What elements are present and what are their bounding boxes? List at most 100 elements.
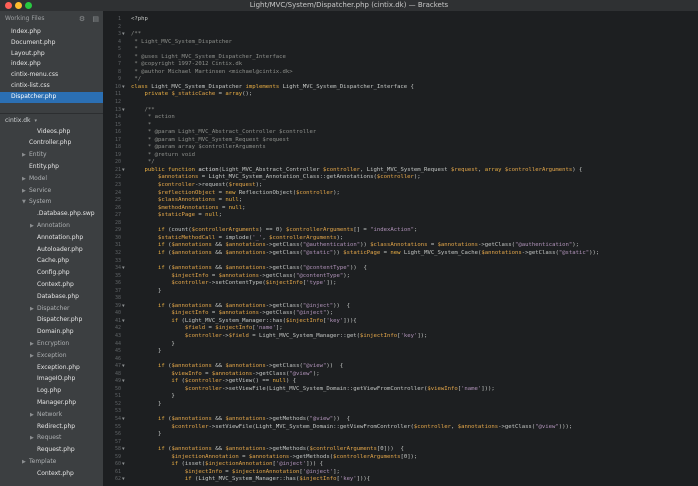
tree-file[interactable]: Dispatcher.php (0, 314, 103, 326)
code-token: $injectInfo (360, 332, 398, 339)
tree-file[interactable]: .Database.php.swp (0, 208, 103, 220)
working-file-item[interactable]: Layout.php (0, 49, 103, 60)
code-line: 61 $injectInfo = $injectionAnnotation['@… (103, 469, 698, 477)
code-token: $annotations (211, 370, 253, 377)
code-token: $annotations (218, 310, 259, 317)
tree-folder[interactable]: ▶ Annotation (0, 220, 103, 232)
code-token: } (131, 400, 162, 407)
code-token: ); (413, 174, 421, 181)
code-token: = (221, 468, 233, 475)
working-files-header: Working Files ⚙ ▤ (0, 11, 103, 27)
code-token: ; (238, 197, 243, 204)
tree-file[interactable]: Manager.php (0, 397, 103, 409)
tree-file[interactable]: Entity.php (0, 161, 103, 173)
code-token: )) (333, 249, 344, 256)
code-token: )) { (326, 363, 344, 370)
gear-icon[interactable]: ⚙ (79, 15, 85, 23)
code-token: * Light_MVC_System_Dispatcher (131, 38, 233, 45)
project-dropdown[interactable]: cintix.dk ▾ (0, 112, 103, 126)
tree-file[interactable]: Log.php (0, 385, 103, 397)
fold-toggle-icon[interactable]: ▼ (122, 84, 128, 92)
code-token: , (477, 166, 485, 173)
code-text: } (131, 431, 161, 439)
tree-file[interactable]: Config.php (0, 267, 103, 279)
working-file-item[interactable]: Index.php (0, 27, 103, 38)
tree-folder[interactable]: ▶ Exception (0, 350, 103, 362)
tree-file[interactable]: Cache.php (0, 255, 103, 267)
tree-item-label: Request (37, 434, 62, 442)
tree-folder[interactable]: ▶ Request (0, 432, 103, 444)
tree-file[interactable]: ImageIO.php (0, 373, 103, 385)
tree-file[interactable]: Database.php (0, 291, 103, 303)
tree-file[interactable]: Context.php (0, 279, 103, 291)
fold-toggle-icon[interactable]: ▼ (122, 416, 128, 424)
tree-folder[interactable]: ▶ Dispatcher (0, 303, 103, 315)
tree-folder[interactable]: ▶ Model (0, 173, 103, 185)
fold-toggle-icon[interactable]: ▼ (122, 31, 128, 39)
code-line: 44 } (103, 341, 698, 349)
tree-file[interactable]: Redirect.php (0, 421, 103, 433)
tree-file[interactable]: Videos.php (0, 126, 103, 138)
tree-file[interactable]: Controller.php (0, 137, 103, 149)
working-file-item[interactable]: Dispatcher.php (0, 91, 103, 103)
close-window-button[interactable] (5, 2, 12, 9)
tree-file[interactable]: Autoloader.php (0, 244, 103, 256)
tree-file[interactable]: Domain.php (0, 326, 103, 338)
working-file-item[interactable]: cintix-menu.css (0, 70, 103, 81)
tree-folder[interactable]: ▶ Service (0, 185, 103, 197)
tree-item-label: Controller.php (29, 139, 72, 147)
code-editor[interactable]: 1 <?php 2 3 ▼/** 4 * Light_MVC_System_Dispatc… (103, 11, 698, 486)
fold-toggle-icon[interactable]: ▼ (122, 363, 128, 371)
code-token: "@authentication" (515, 242, 573, 249)
tree-folder[interactable]: ▼ System (0, 196, 103, 208)
line-number: 58 (114, 446, 121, 453)
code-token: ))); (558, 423, 573, 430)
fold-toggle-icon[interactable]: ▼ (122, 378, 128, 386)
line-number: 53 (114, 408, 121, 415)
code-token: ->setViewFile(Light_MVC_System_Domain::g… (208, 423, 414, 430)
code-text: $staticMethodCall = implode('_', $contro… (131, 235, 343, 243)
minimize-window-button[interactable] (15, 2, 22, 9)
fold-toggle-icon[interactable]: ▼ (122, 265, 128, 273)
fold-toggle-icon[interactable]: ▼ (122, 318, 128, 326)
code-token: ->setViewFile(Light_MVC_System_Domain::g… (221, 385, 428, 392)
tree-file[interactable]: Annotation.php (0, 232, 103, 244)
code-token: $controller (171, 423, 209, 430)
code-token: $injectInfo (171, 310, 209, 317)
split-view-icon[interactable]: ▤ (92, 15, 99, 23)
fold-toggle-icon[interactable]: ▼ (122, 476, 128, 484)
tree-folder[interactable]: ▶ Network (0, 409, 103, 421)
code-token: $injectInfo (171, 272, 209, 279)
fold-toggle-icon[interactable]: ▼ (122, 446, 128, 454)
code-line: 59 $injectionAnnotation = $annotations->… (103, 454, 698, 462)
code-line: 5 * (103, 46, 698, 54)
tree-folder[interactable]: ▶ Encryption (0, 338, 103, 350)
code-token: ; (242, 204, 246, 211)
code-text: $injectInfo = $annotations->getClass("@i… (131, 310, 333, 318)
tree-file[interactable]: Request.php (0, 444, 103, 456)
fold-toggle-icon[interactable]: ▼ (122, 303, 128, 311)
fold-toggle-icon[interactable]: ▼ (122, 461, 128, 469)
working-file-item[interactable]: Document.php (0, 38, 103, 49)
code-token: ])); (481, 385, 495, 392)
working-file-item[interactable]: index.php (0, 59, 103, 70)
tree-folder[interactable]: ▶ Template (0, 456, 103, 468)
code-token: $staticMethodCall (157, 234, 216, 241)
tree-file[interactable]: Context.php (0, 468, 103, 480)
code-token: $controller (184, 332, 222, 339)
code-line: 54 ▼ if ($annotations && $annotations->ge… (103, 416, 698, 424)
code-text: class Light_MVC_System_Dispatcher implem… (131, 84, 414, 92)
tree-file[interactable]: Exception.php (0, 362, 103, 374)
maximize-window-button[interactable] (25, 2, 32, 9)
code-token: "@inject" (302, 302, 334, 309)
code-line: 7 * @copyright 1997-2012 Cintix.dk (103, 61, 698, 69)
tree-folder[interactable]: ▶ Entity (0, 149, 103, 161)
code-token: '@inject' (275, 461, 307, 468)
fold-toggle-icon[interactable]: ▼ (122, 167, 128, 175)
working-file-item[interactable]: cintix-list.css (0, 81, 103, 92)
fold-toggle-icon[interactable]: ▼ (122, 107, 128, 115)
code-token: = Light_MVC_System_Manager::get( (248, 332, 361, 339)
